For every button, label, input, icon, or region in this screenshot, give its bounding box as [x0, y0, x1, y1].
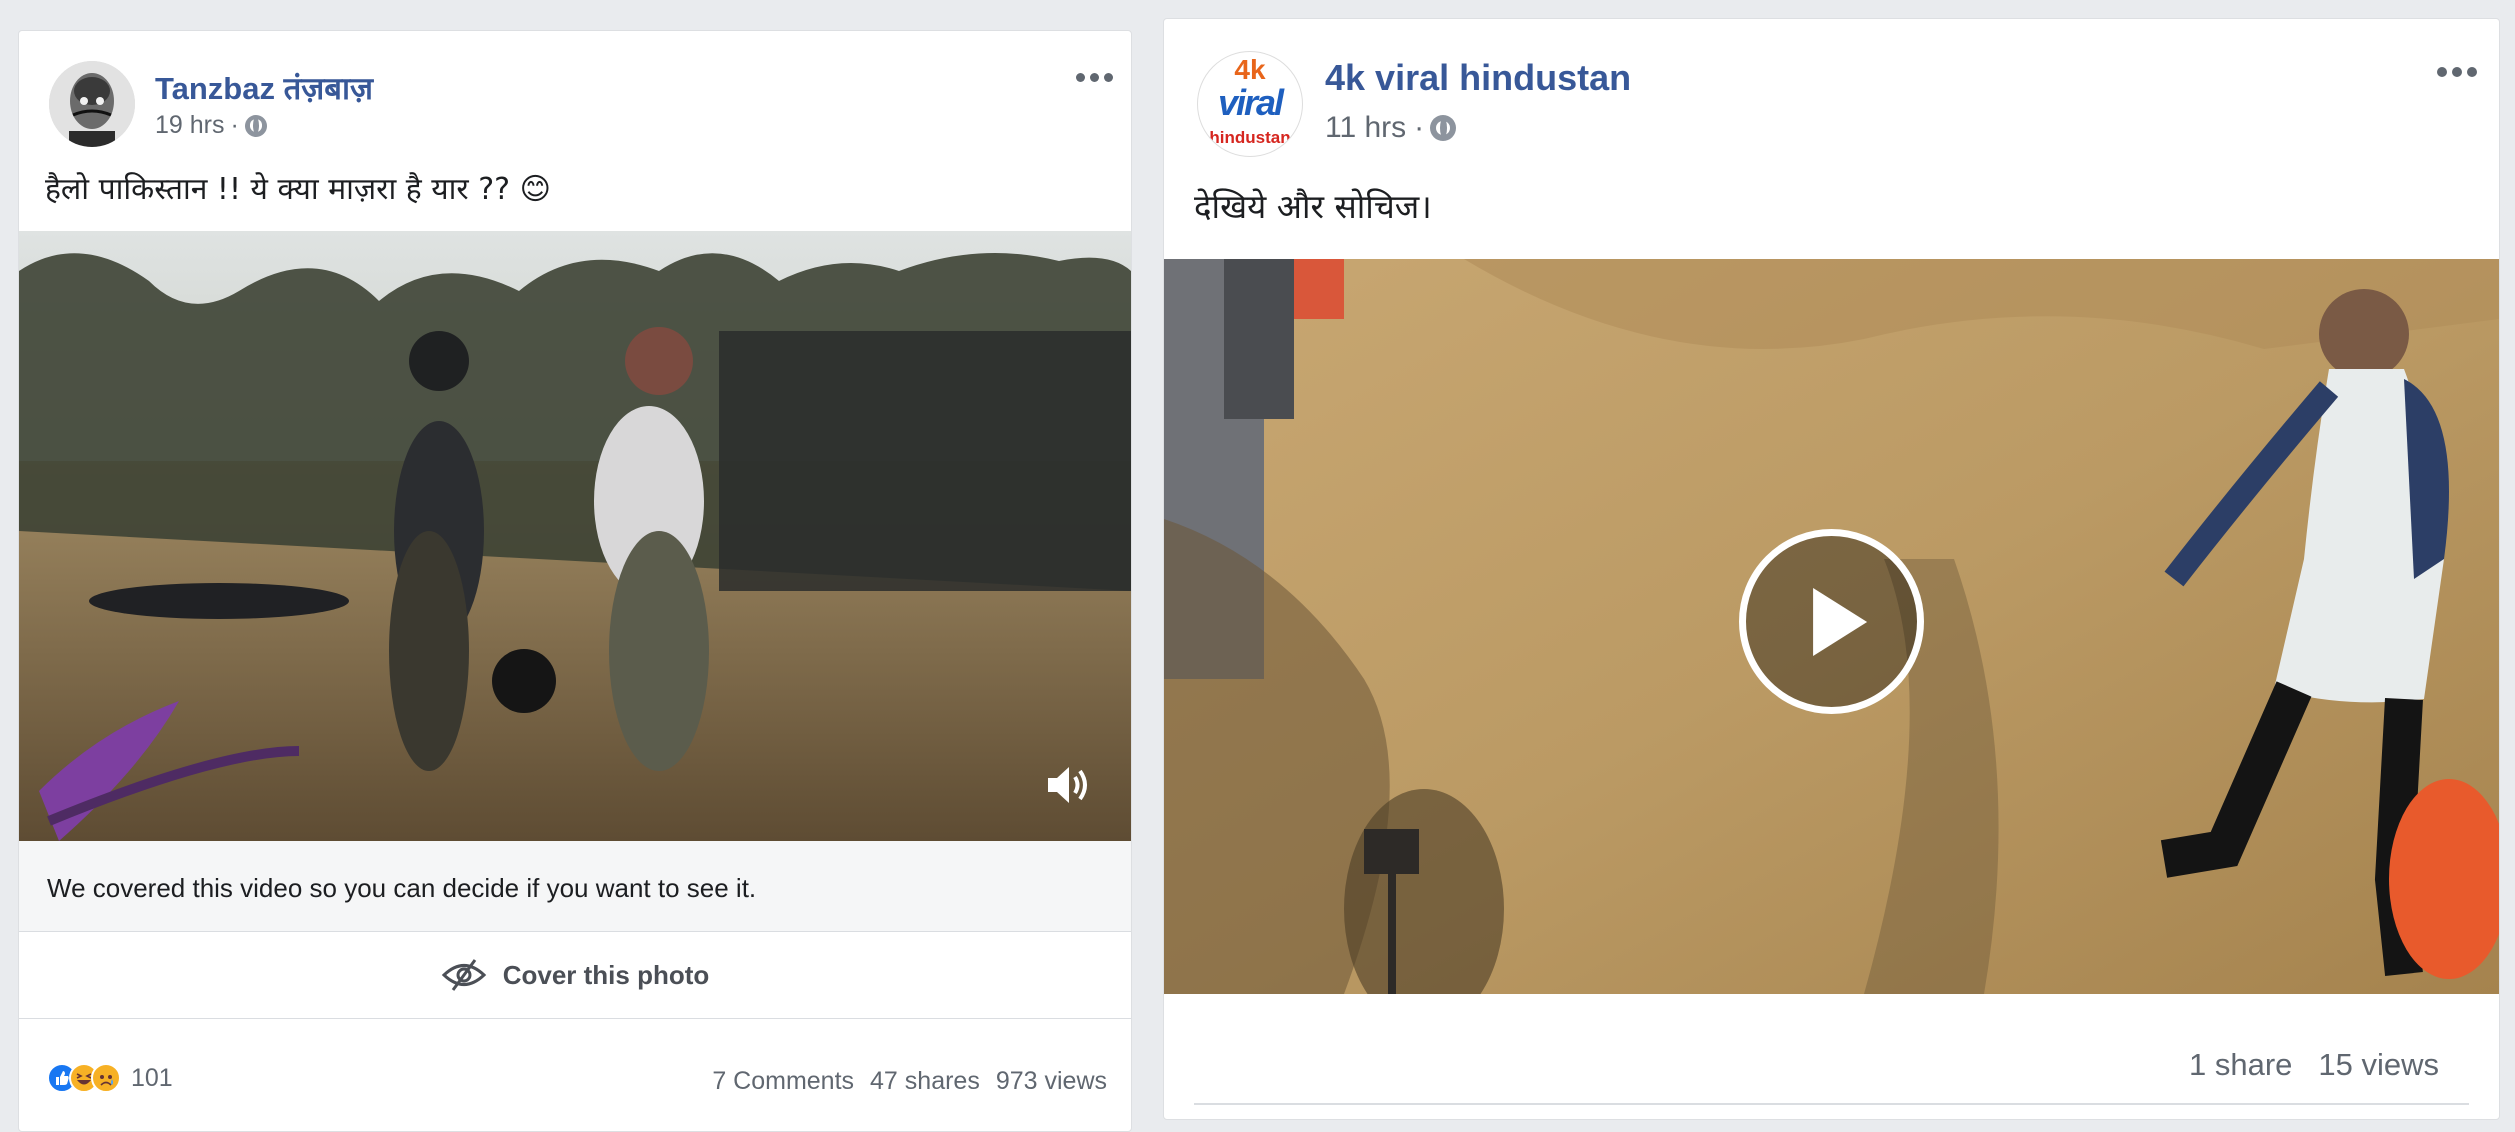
author-avatar[interactable]: 4k viral hindustan	[1197, 51, 1303, 157]
covered-video[interactable]	[19, 231, 1131, 841]
views-count: 973 views	[995, 1067, 1107, 1095]
comments-link[interactable]: 7 Comments	[712, 1067, 854, 1096]
author-avatar[interactable]	[49, 61, 135, 147]
author-name-link[interactable]: 4k viral hindustan	[1325, 57, 1631, 99]
eye-slash-icon	[441, 958, 487, 992]
globe-icon[interactable]	[244, 114, 267, 137]
stats-divider	[1194, 1103, 2469, 1105]
avatar-logo-viral: viral	[1217, 82, 1284, 123]
speaker-icon[interactable]	[1044, 763, 1094, 807]
globe-icon[interactable]	[1430, 115, 1457, 141]
play-icon[interactable]	[1739, 529, 1924, 714]
avatar-logo-hindustan: hindustan	[1209, 128, 1291, 147]
meta-separator: ·	[230, 111, 239, 139]
post-stats: 7 Comments 47 shares 973 views	[712, 1067, 1107, 1096]
post-text: हैलो पाकिस्तान !! ये क्या माज़रा है यार …	[45, 172, 551, 207]
more-options-icon[interactable]	[2437, 67, 2477, 77]
shares-link[interactable]: 1 share	[2189, 1047, 2292, 1083]
author-name-link[interactable]: Tanzbaz तंज़बाज़	[155, 67, 373, 109]
warning-text: We covered this video so you can decide …	[47, 873, 757, 903]
reaction-count[interactable]: 101	[131, 1064, 173, 1093]
post-meta: 11 hrs ·	[1325, 111, 1457, 145]
more-options-icon[interactable]	[1076, 73, 1113, 82]
views-count: 15 views	[2318, 1047, 2439, 1082]
post-meta: 19 hrs ·	[155, 111, 267, 140]
post-text: देखिये और सोचिज।	[1194, 187, 1432, 226]
video-player[interactable]	[1164, 259, 2499, 994]
post-card-tanzbaz: Tanzbaz तंज़बाज़ 19 hrs · हैलो पाकिस्तान…	[18, 30, 1132, 1132]
post-timestamp[interactable]: 19 hrs	[155, 111, 224, 140]
post-card-4k-viral-hindustan: 4k viral hindustan 4k viral hindustan 11…	[1163, 18, 2500, 1120]
cover-photo-label: Cover this photo	[502, 959, 710, 990]
cover-photo-button[interactable]: Cover this photo	[19, 931, 1131, 1019]
post-timestamp[interactable]: 11 hrs	[1325, 111, 1406, 145]
reactions-summary[interactable]: 101	[47, 1063, 173, 1093]
sad-icon	[91, 1063, 121, 1093]
post-stats: 1 share 15 views	[2189, 1047, 2439, 1083]
meta-separator: ·	[1414, 111, 1425, 144]
shares-link[interactable]: 47 shares	[870, 1067, 980, 1096]
